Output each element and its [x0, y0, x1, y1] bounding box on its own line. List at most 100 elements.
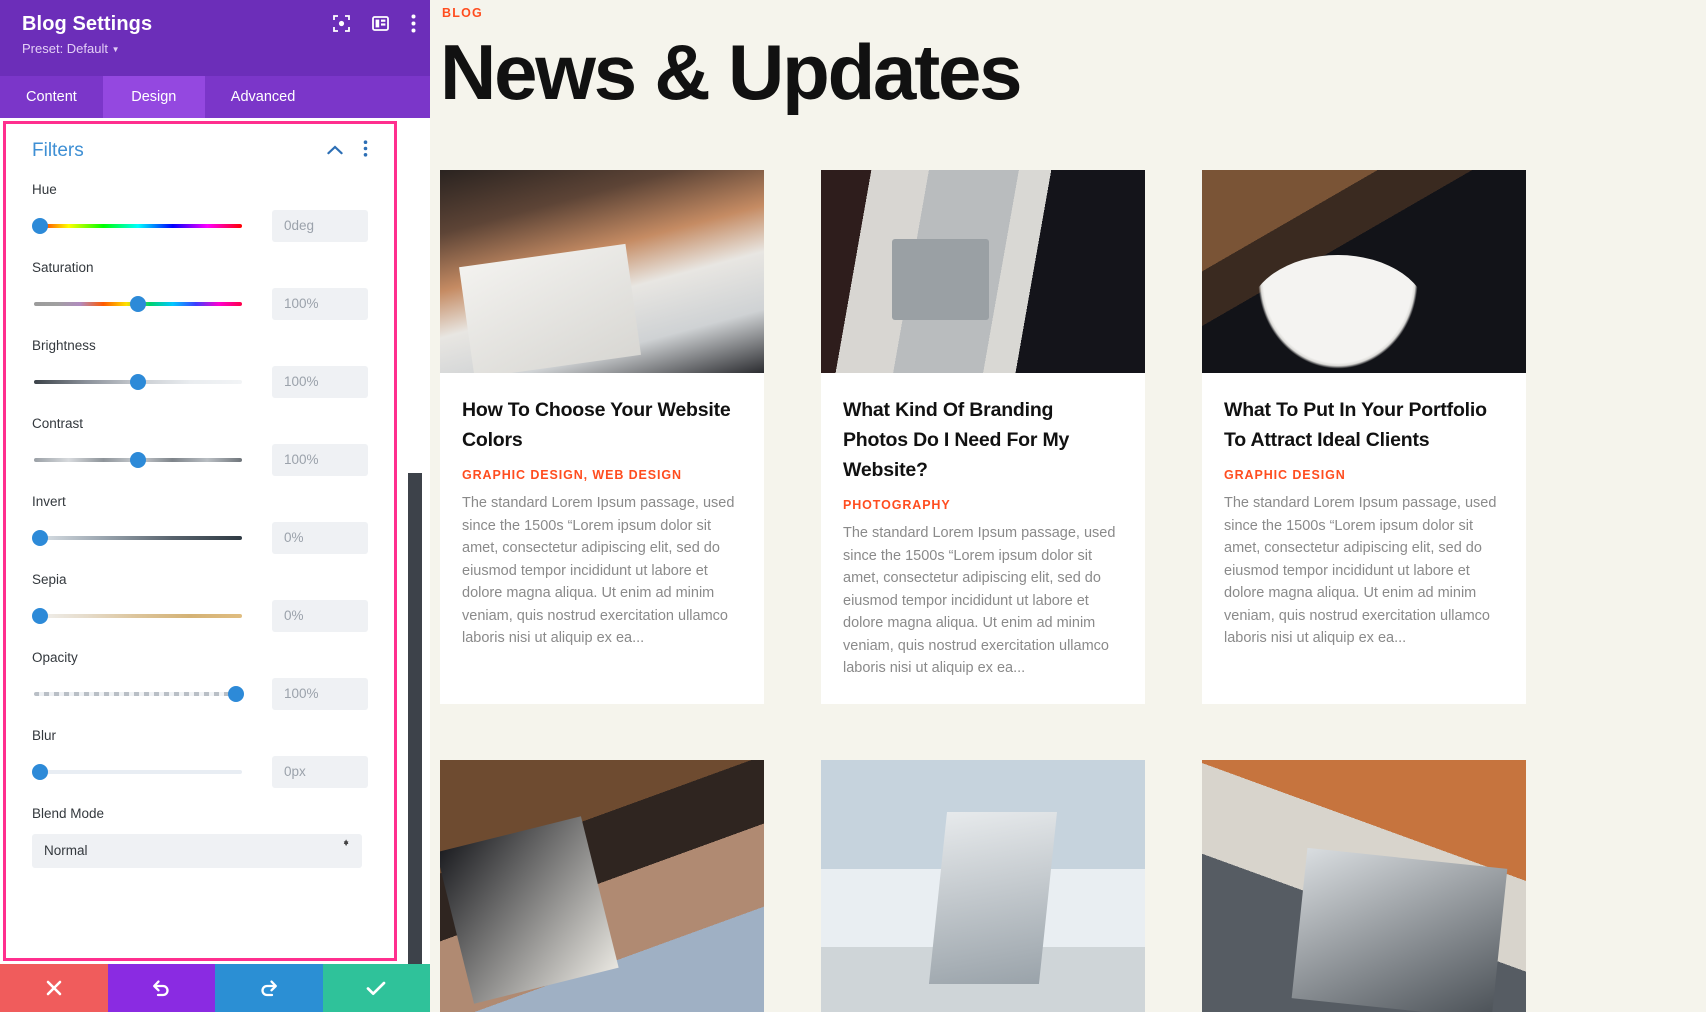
blog-card[interactable]: What Kind Of Branding Photos Do I Need F… [821, 170, 1145, 704]
preset-label: Preset: Default [22, 41, 108, 56]
blog-card-image[interactable] [821, 170, 1145, 373]
contrast-value-input[interactable]: 100% [272, 444, 368, 476]
blog-card-body: What To Put In Your Portfolio To Attract… [1202, 373, 1526, 674]
blog-card[interactable] [821, 759, 1145, 1012]
tab-advanced[interactable]: Advanced [205, 76, 322, 118]
blog-card-excerpt: The standard Lorem Ipsum passage, used s… [462, 495, 735, 646]
blog-card-image[interactable] [821, 759, 1145, 1012]
field-opacity: Opacity 100% [32, 650, 368, 710]
tab-design[interactable]: Design [102, 76, 205, 118]
invert-value-input[interactable]: 0% [272, 522, 368, 554]
blog-card-title[interactable]: What Kind Of Branding Photos Do I Need F… [843, 395, 1123, 485]
opacity-value-input[interactable]: 100% [272, 678, 368, 710]
field-brightness: Brightness 100% [32, 338, 368, 398]
sepia-slider[interactable] [32, 607, 244, 625]
field-label-blur: Blur [32, 728, 57, 743]
invert-slider[interactable] [32, 529, 244, 547]
blog-card-excerpt: The standard Lorem Ipsum passage, used s… [1224, 495, 1497, 646]
field-label-hue: Hue [32, 182, 57, 197]
filters-section-header: Filters [32, 140, 368, 162]
filters-section: Filters Hue 0deg Saturation 100% Brightn… [6, 124, 394, 896]
blog-card-image[interactable] [440, 170, 764, 373]
filters-title: Filters [32, 140, 84, 161]
blur-slider-track [34, 770, 242, 774]
field-saturation: Saturation 100% [32, 260, 368, 320]
more-vertical-icon[interactable] [363, 140, 368, 162]
blog-grid-row-1: How To Choose Your Website Colors GRAPHI… [430, 170, 1706, 704]
blend-mode-select[interactable]: Normal ▲ ▼ [32, 834, 362, 868]
panel-header: Blog Settings Preset: Default ▼ [0, 0, 430, 76]
divi-builder-screen: Blog Settings Preset: Default ▼ Content … [0, 0, 1706, 1012]
panel-scrollbar-thumb[interactable] [408, 473, 422, 964]
field-label-sepia: Sepia [32, 572, 67, 587]
blog-card-image[interactable] [440, 759, 764, 1012]
field-row-sepia: 0% [32, 600, 368, 632]
invert-slider-track [34, 536, 242, 540]
field-label-opacity: Opacity [32, 650, 78, 665]
chevron-up-icon[interactable] [327, 142, 343, 160]
field-sepia: Sepia 0% [32, 572, 368, 632]
blog-card-category[interactable]: PHOTOGRAPHY [843, 498, 1123, 512]
hue-value-input[interactable]: 0deg [272, 210, 368, 242]
sepia-slider-track [34, 614, 242, 618]
blur-value-input[interactable]: 0px [272, 756, 368, 788]
blog-card-image[interactable] [1202, 759, 1526, 1012]
settings-tabs: Content Design Advanced [0, 76, 430, 118]
field-hue: Hue 0deg [32, 182, 368, 242]
field-blend-mode: Blend Mode Normal ▲ ▼ [32, 806, 368, 868]
blend-mode-value: Normal [44, 843, 88, 858]
blur-slider-knob[interactable] [32, 764, 48, 780]
hue-slider-knob[interactable] [32, 218, 48, 234]
hue-slider[interactable] [32, 217, 244, 235]
blog-grid-row-2 [430, 759, 1706, 1012]
select-updown-icon: ▲ ▼ [342, 837, 350, 848]
contrast-slider-knob[interactable] [130, 452, 146, 468]
panel-footer [0, 964, 430, 1012]
module-settings-panel: Blog Settings Preset: Default ▼ Content … [0, 0, 430, 1012]
blog-card-category[interactable]: GRAPHIC DESIGN [1224, 468, 1504, 482]
sepia-slider-knob[interactable] [32, 608, 48, 624]
filters-section-highlight: Filters Hue 0deg Saturation 100% Brightn… [3, 121, 397, 961]
opacity-slider-track [34, 692, 242, 696]
invert-slider-knob[interactable] [32, 530, 48, 546]
blog-card-category[interactable]: GRAPHIC DESIGN, WEB DESIGN [462, 468, 742, 482]
blog-card[interactable] [1202, 759, 1526, 1012]
blog-card-title[interactable]: What To Put In Your Portfolio To Attract… [1224, 395, 1504, 455]
layout-panel-icon[interactable] [372, 15, 389, 32]
saturation-slider-knob[interactable] [130, 296, 146, 312]
brightness-value-input[interactable]: 100% [272, 366, 368, 398]
blog-card-body: What Kind Of Branding Photos Do I Need F… [821, 373, 1145, 704]
blur-slider[interactable] [32, 763, 244, 781]
panel-scrollbar[interactable] [405, 118, 422, 964]
blog-eyebrow: BLOG [442, 6, 483, 20]
save-button[interactable] [322, 964, 430, 1012]
saturation-slider[interactable] [32, 295, 244, 313]
more-vertical-icon[interactable] [411, 14, 416, 33]
blog-card[interactable] [440, 759, 764, 1012]
focus-target-icon[interactable] [333, 15, 350, 32]
field-label-contrast: Contrast [32, 416, 84, 431]
field-row-brightness: 100% [32, 366, 368, 398]
opacity-slider[interactable] [32, 685, 244, 703]
brightness-slider[interactable] [32, 373, 244, 391]
saturation-value-input[interactable]: 100% [272, 288, 368, 320]
panel-header-actions [333, 14, 416, 33]
page-title: News & Updates [440, 28, 1023, 116]
blog-card[interactable]: How To Choose Your Website Colors GRAPHI… [440, 170, 764, 704]
tab-content[interactable]: Content [0, 76, 103, 118]
redo-button[interactable] [215, 964, 323, 1012]
opacity-slider-knob[interactable] [228, 686, 244, 702]
blog-card[interactable]: What To Put In Your Portfolio To Attract… [1202, 170, 1526, 704]
undo-button[interactable] [107, 964, 215, 1012]
blog-card-title[interactable]: How To Choose Your Website Colors [462, 395, 742, 455]
contrast-slider[interactable] [32, 451, 244, 469]
preset-selector[interactable]: Preset: Default ▼ [22, 39, 412, 61]
filters-section-actions [327, 140, 368, 162]
brightness-slider-knob[interactable] [130, 374, 146, 390]
chevron-down-icon: ▼ [111, 45, 120, 54]
field-invert: Invert 0% [32, 494, 368, 554]
close-button[interactable] [0, 964, 108, 1012]
field-row-saturation: 100% [32, 288, 368, 320]
sepia-value-input[interactable]: 0% [272, 600, 368, 632]
blog-card-image[interactable] [1202, 170, 1526, 373]
